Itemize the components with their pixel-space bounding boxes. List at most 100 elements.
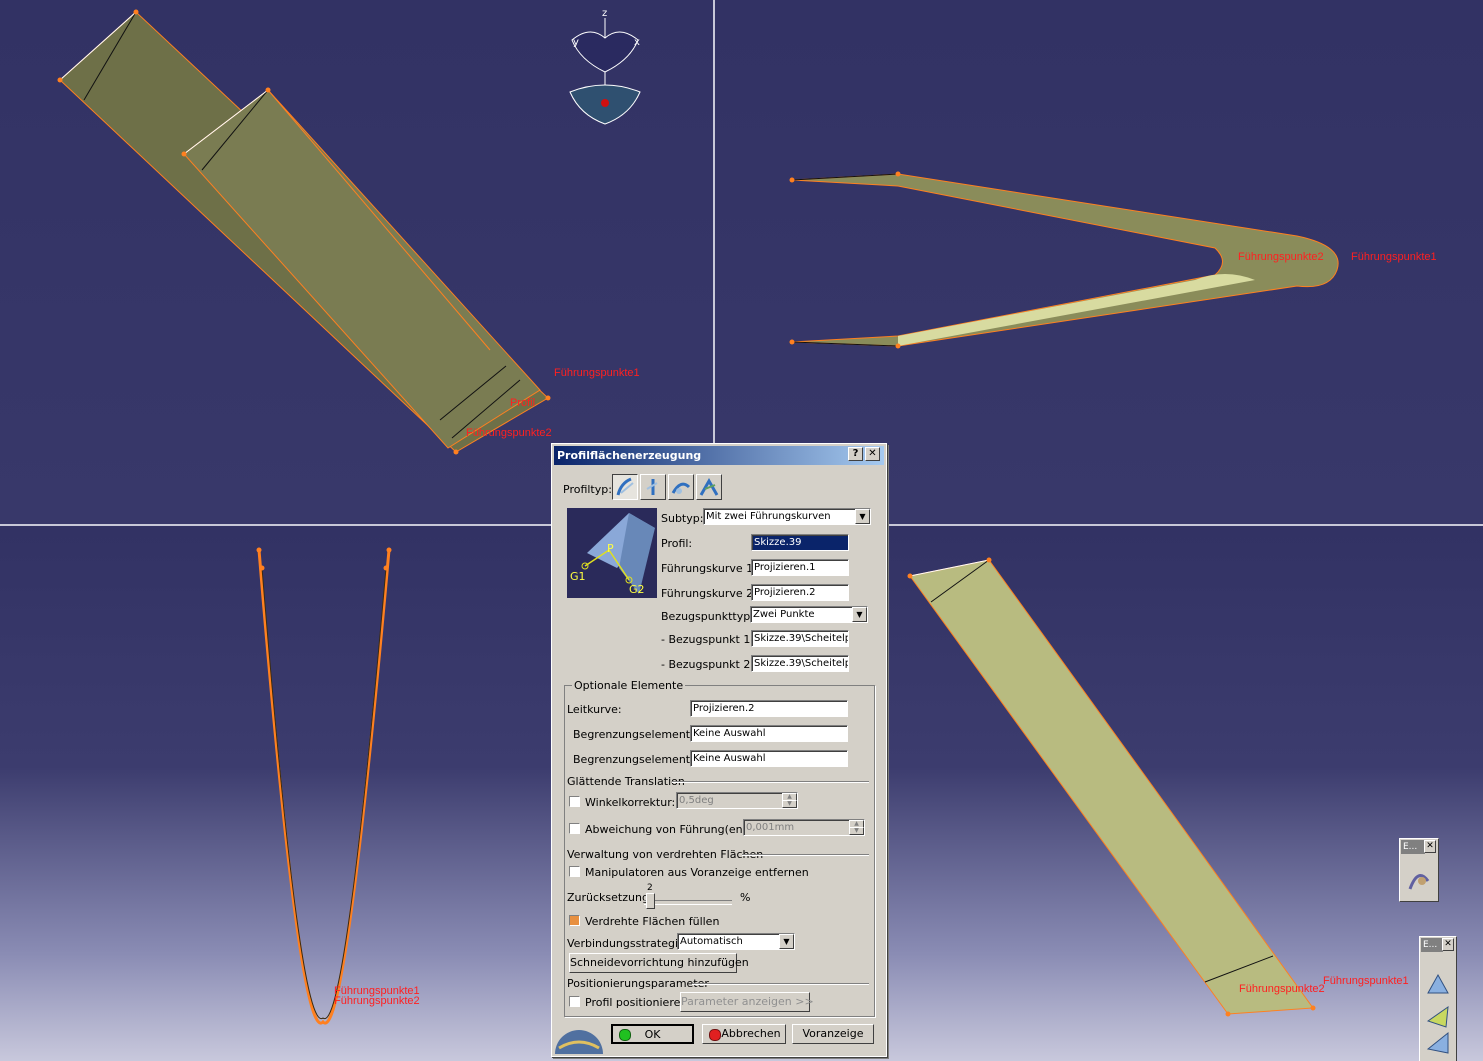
param-button[interactable]: Parameter anzeigen >> xyxy=(680,992,814,1012)
help-button[interactable]: ? xyxy=(848,447,863,461)
leitkurve-field[interactable]: Projizieren.2 xyxy=(690,700,848,717)
point xyxy=(895,343,901,349)
abweichung-checkbox[interactable] xyxy=(569,823,580,834)
percent-label: % xyxy=(740,891,751,904)
fk1-field[interactable]: Projizieren.1 xyxy=(751,559,849,576)
profiltyp-line-button[interactable] xyxy=(612,474,638,500)
schneide-button[interactable]: Schneidevorrichtung hinzufügen xyxy=(569,953,749,973)
spin-down-icon[interactable]: ▼ xyxy=(849,827,864,835)
subtyp-value: Mit zwei Führungskurven xyxy=(706,511,831,522)
verdrehte-label: Verdrehte Flächen füllen xyxy=(585,915,720,928)
be1-field[interactable]: Keine Auswahl xyxy=(690,725,848,742)
bp1-field[interactable]: Skizze.39\Scheitelp xyxy=(751,630,849,647)
chevron-down-icon[interactable]: ▼ xyxy=(855,509,870,524)
toolbar-title: E... xyxy=(1401,840,1425,854)
verbindung-label: Verbindungsstrategie: xyxy=(567,937,689,950)
toolbar-floating-2[interactable]: E... ✕ xyxy=(1419,936,1457,1061)
bp2-field[interactable]: Skizze.39\Scheitelp xyxy=(751,655,849,672)
profiltyp-label: Profiltyp: xyxy=(563,483,612,496)
manipulatoren-checkbox[interactable] xyxy=(569,866,580,877)
positionierung-label: Positionierungsparameter xyxy=(567,977,709,990)
surface-v-light xyxy=(898,274,1255,346)
label-fp2: Führungspunkte2 xyxy=(466,427,552,439)
toolbar-title: E... xyxy=(1421,938,1443,952)
verdrehte-checkbox[interactable] xyxy=(569,915,580,926)
bp2-label: - Bezugspunkt 2: xyxy=(661,658,755,671)
optional-group-title: Optionale Elemente xyxy=(572,679,686,692)
point xyxy=(256,547,262,553)
point xyxy=(545,395,551,401)
winkel-field[interactable]: 0,5deg ▲ ▼ xyxy=(676,792,798,809)
label-fp2: Führungspunkte2 xyxy=(334,995,420,1007)
toolbar-close-button[interactable]: ✕ xyxy=(1424,840,1436,853)
abweichung-value: 0,001mm xyxy=(746,822,795,833)
point xyxy=(789,177,795,183)
zurueck-slider-thumb[interactable] xyxy=(646,893,655,909)
zurueck-value: 2 xyxy=(647,883,653,893)
toolbar-tool-icon[interactable] xyxy=(1406,861,1432,895)
point xyxy=(133,9,139,15)
label-fp1: Führungspunkte1 xyxy=(1323,975,1409,987)
profil-field[interactable]: Skizze.39 xyxy=(751,534,849,551)
leitkurve-label: Leitkurve: xyxy=(567,703,622,716)
fk1-label: Führungskurve 1: xyxy=(661,562,757,575)
profiltyp-explicit-button[interactable] xyxy=(696,474,722,500)
compass-icon[interactable]: z y x xyxy=(569,8,641,125)
surface-front xyxy=(183,89,541,449)
profilpos-checkbox[interactable] xyxy=(569,996,580,1007)
chevron-down-icon[interactable]: ▼ xyxy=(852,607,867,622)
zurueck-slider-track[interactable] xyxy=(644,900,732,905)
label-fp1: Führungspunkte1 xyxy=(1351,251,1437,263)
close-button[interactable]: ✕ xyxy=(865,447,880,461)
profil-label: Profil: xyxy=(661,537,693,550)
point xyxy=(1225,1011,1231,1017)
abweichung-field[interactable]: 0,001mm ▲ ▼ xyxy=(743,819,865,836)
point xyxy=(57,77,63,83)
dialog-title: Profilflächenerzeugung xyxy=(557,449,702,462)
dialog-titlebar[interactable]: Profilflächenerzeugung xyxy=(554,446,884,465)
bezugspunkttyp-select[interactable]: Zwei Punkte ▼ xyxy=(750,606,868,623)
fk2-label: Führungskurve 2: xyxy=(661,587,757,600)
svg-text:G2: G2 xyxy=(629,583,645,596)
subtype-preview-image: P G1 G2 xyxy=(567,508,657,598)
manipulatoren-label: Manipulatoren aus Voranzeige entfernen xyxy=(585,866,809,879)
be1-label: Begrenzungselement 1: xyxy=(573,728,705,741)
label-fp1: Führungspunkte1 xyxy=(554,367,640,379)
zurueck-label: Zurücksetzung xyxy=(567,891,649,904)
toolbar-close-button[interactable]: ✕ xyxy=(1442,938,1454,951)
be2-label: Begrenzungselement 2: xyxy=(573,753,705,766)
be2-field[interactable]: Keine Auswahl xyxy=(690,750,848,767)
winkel-value: 0,5deg xyxy=(679,795,714,806)
surface-tools-icon[interactable] xyxy=(1426,971,1450,1061)
label-fp2: Führungspunkte2 xyxy=(1239,983,1325,995)
surface-u xyxy=(257,549,391,1025)
surface-strip xyxy=(909,559,1314,1015)
divider xyxy=(742,854,869,856)
verbindung-select[interactable]: Automatisch ▼ xyxy=(677,933,795,950)
winkel-label: Winkelkorrektur: xyxy=(585,796,676,809)
winkel-checkbox[interactable] xyxy=(569,796,580,807)
abbrechen-button[interactable]: Abbrechen xyxy=(702,1024,786,1044)
voranzeige-button[interactable]: Voranzeige xyxy=(792,1024,874,1044)
svg-text:P: P xyxy=(607,542,614,555)
point xyxy=(386,547,392,553)
bezugspunkttyp-label: Bezugspunkttyp: xyxy=(661,610,754,623)
point xyxy=(383,565,389,571)
ok-icon xyxy=(619,1029,631,1041)
chevron-down-icon[interactable]: ▼ xyxy=(779,934,794,949)
fk2-field[interactable]: Projizieren.2 xyxy=(751,584,849,601)
bp1-label: - Bezugspunkt 1: xyxy=(661,633,755,646)
profiltyp-circle-button[interactable] xyxy=(640,474,666,500)
spin-down-icon[interactable]: ▼ xyxy=(782,800,797,808)
ok-button[interactable]: OK xyxy=(611,1024,694,1044)
ok-label: OK xyxy=(644,1028,661,1041)
toolbar-floating-1[interactable]: E... ✕ xyxy=(1399,838,1439,902)
subtyp-select[interactable]: Mit zwei Führungskurven ▼ xyxy=(703,508,871,525)
svg-text:G1: G1 xyxy=(570,570,586,583)
point xyxy=(1310,1005,1316,1011)
verwaltung-label: Verwaltung von verdrehten Flächen xyxy=(567,848,764,861)
subtyp-label: Subtyp: xyxy=(661,512,704,525)
profiltyp-conic-button[interactable] xyxy=(668,474,694,500)
verbindung-value: Automatisch xyxy=(680,936,743,947)
abweichung-label: Abweichung von Führung(en): xyxy=(585,823,751,836)
